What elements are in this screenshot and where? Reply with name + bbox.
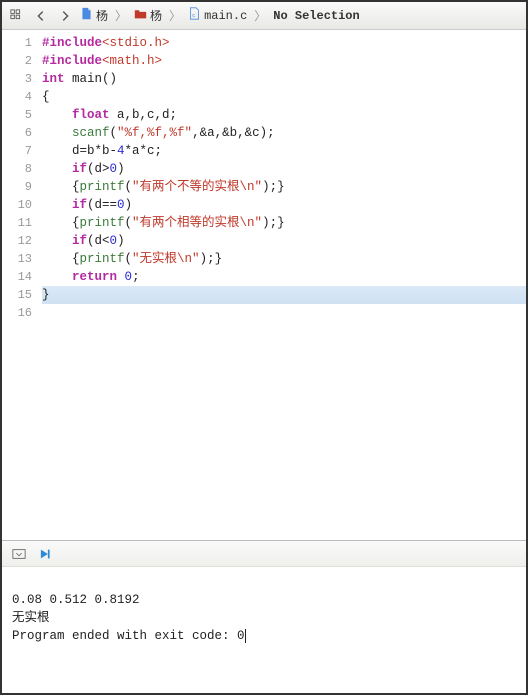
chevron-right-icon: 〉 bbox=[169, 7, 181, 24]
code-line[interactable]: #include<stdio.h> bbox=[42, 34, 526, 52]
chevron-right-icon: 〉 bbox=[115, 7, 127, 24]
code-line[interactable]: if(d>0) bbox=[42, 160, 526, 178]
c-file-icon: c bbox=[188, 7, 201, 24]
console-line: 0.08 0.512 0.8192 bbox=[12, 593, 140, 607]
line-number: 13 bbox=[2, 250, 32, 268]
code-line[interactable]: {printf("有两个不等的实根\n");} bbox=[42, 178, 526, 196]
breadcrumb-item-1[interactable]: 杨 bbox=[80, 7, 108, 24]
svg-text:c: c bbox=[192, 12, 195, 19]
code-line[interactable]: { bbox=[42, 88, 526, 106]
code-line[interactable]: float a,b,c,d; bbox=[42, 106, 526, 124]
console-line: Program ended with exit code: 0 bbox=[12, 629, 246, 643]
code-line[interactable]: {printf("有两个相等的实根\n");} bbox=[42, 214, 526, 232]
code-line[interactable]: return 0; bbox=[42, 268, 526, 286]
folder-icon bbox=[134, 7, 147, 24]
code-line[interactable]: scanf("%f,%f,%f",&a,&b,&c); bbox=[42, 124, 526, 142]
line-number: 7 bbox=[2, 142, 32, 160]
nav-forward-button[interactable] bbox=[56, 7, 74, 25]
console-panel: 0.08 0.512 0.8192 无实根 Program ended with… bbox=[2, 540, 526, 693]
chevron-right-icon: 〉 bbox=[254, 7, 266, 24]
editor-toolbar: 杨 〉 杨 〉 c main.c 〉 No Selection bbox=[2, 2, 526, 30]
code-line[interactable]: #include<math.h> bbox=[42, 52, 526, 70]
no-selection-label: No Selection bbox=[273, 9, 359, 23]
line-number: 5 bbox=[2, 106, 32, 124]
doc-icon bbox=[80, 7, 93, 24]
console-toolbar bbox=[2, 541, 526, 567]
line-number: 9 bbox=[2, 178, 32, 196]
breadcrumb-label: 杨 bbox=[150, 7, 162, 24]
line-number: 11 bbox=[2, 214, 32, 232]
line-number: 1 bbox=[2, 34, 32, 52]
breadcrumb-label: main.c bbox=[204, 9, 247, 23]
breadcrumb-label: 杨 bbox=[96, 7, 108, 24]
line-number: 8 bbox=[2, 160, 32, 178]
line-number: 12 bbox=[2, 232, 32, 250]
code-line[interactable]: d=b*b-4*a*c; bbox=[42, 142, 526, 160]
line-number: 15 bbox=[2, 286, 32, 304]
line-number: 4 bbox=[2, 88, 32, 106]
code-line[interactable]: if(d<0) bbox=[42, 232, 526, 250]
line-number: 6 bbox=[2, 124, 32, 142]
breadcrumb-item-3[interactable]: c main.c bbox=[188, 7, 247, 24]
line-number: 3 bbox=[2, 70, 32, 88]
line-number: 16 bbox=[2, 304, 32, 322]
code-line[interactable]: int main() bbox=[42, 70, 526, 88]
nav-back-button[interactable] bbox=[32, 7, 50, 25]
console-output[interactable]: 0.08 0.512 0.8192 无实根 Program ended with… bbox=[2, 567, 526, 693]
line-number: 10 bbox=[2, 196, 32, 214]
console-toggle-icon[interactable] bbox=[10, 545, 28, 563]
code-editor[interactable]: 12345678910111213141516 #include<stdio.h… bbox=[2, 30, 526, 540]
line-number: 14 bbox=[2, 268, 32, 286]
code-line[interactable]: } bbox=[42, 286, 526, 304]
line-number: 2 bbox=[2, 52, 32, 70]
line-number-gutter: 12345678910111213141516 bbox=[2, 30, 40, 540]
related-items-icon[interactable] bbox=[8, 7, 26, 25]
code-area[interactable]: #include<stdio.h>#include<math.h>int mai… bbox=[40, 30, 526, 540]
code-line[interactable]: {printf("无实根\n");} bbox=[42, 250, 526, 268]
code-line[interactable]: if(d==0) bbox=[42, 196, 526, 214]
breadcrumb-item-2[interactable]: 杨 bbox=[134, 7, 162, 24]
debug-continue-icon[interactable] bbox=[38, 545, 56, 563]
console-line: 无实根 bbox=[12, 611, 50, 625]
code-line[interactable] bbox=[42, 304, 526, 322]
